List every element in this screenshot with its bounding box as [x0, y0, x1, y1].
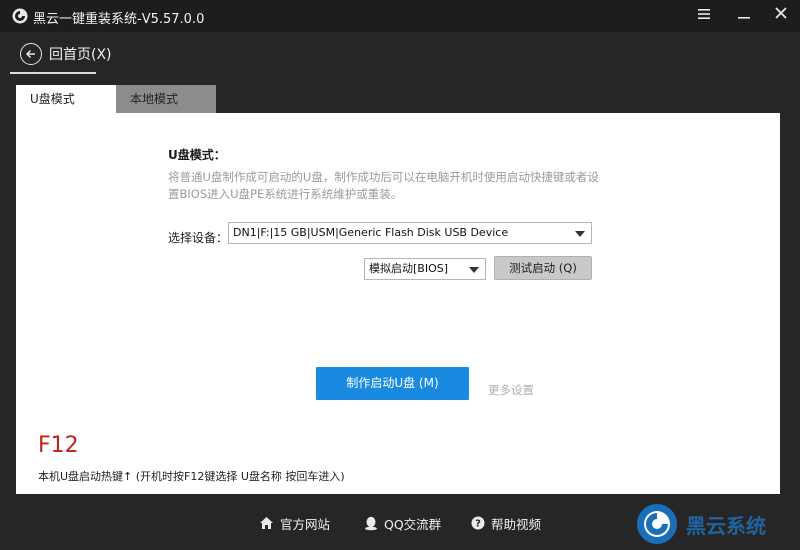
tab-local-mode[interactable]: 本地模式(&P)	[116, 85, 216, 134]
section-title: U盘模式：	[168, 148, 226, 162]
app-logo-icon	[12, 8, 28, 24]
official-site-link[interactable]: 官方网站	[259, 514, 330, 532]
home-button[interactable]: 回首页(X)	[20, 41, 112, 67]
svg-text:?: ?	[475, 519, 481, 530]
back-arrow-icon	[20, 43, 42, 65]
watermark-logo-icon	[637, 504, 677, 544]
close-icon[interactable]	[771, 6, 791, 26]
make-boot-usb-button[interactable]: 制作启动U盘 (M)	[316, 367, 469, 400]
boot-mode-select[interactable]: 模拟启动[BIOS]	[364, 258, 486, 280]
hotkey-description: 本机U盘启动热键↑ (开机时按F12键选择 U盘名称 按回车进入)	[38, 470, 345, 483]
window-title: 黑云一键重装系统-V5.57.0.0	[33, 12, 205, 27]
tab-usb-mode[interactable]: U盘模式(&U)	[16, 85, 116, 134]
title-bar: 黑云一键重装系统-V5.57.0.0	[0, 0, 800, 32]
help-video-label: 帮助视频	[491, 516, 542, 532]
official-site-label: 官方网站	[280, 516, 331, 532]
menu-icon[interactable]	[694, 6, 714, 26]
section-description: 将普通U盘制作成可启动的U盘，制作成功后可以在电脑开机时使用启动快捷键或者设置B…	[168, 170, 599, 201]
qq-group-label: QQ交流群	[384, 516, 442, 532]
device-label: 选择设备：	[168, 231, 229, 245]
watermark-text: 黑云系统	[686, 513, 766, 538]
device-select-value: DN1|F:|15 GB|USM|Generic Flash Disk USB …	[233, 226, 509, 239]
qq-icon	[365, 516, 377, 530]
more-settings-link[interactable]: 更多设置	[488, 382, 534, 398]
home-bar: 回首页(X)	[0, 32, 800, 74]
home-underline	[10, 72, 96, 74]
watermark: 黑云系统	[636, 501, 786, 547]
boot-mode-value: 模拟启动[BIOS]	[369, 262, 449, 275]
help-icon: ?	[471, 516, 485, 530]
minimize-icon[interactable]	[734, 6, 754, 26]
qq-group-link[interactable]: QQ交流群	[364, 514, 441, 532]
home-label: 回首页(X)	[49, 47, 112, 63]
device-select[interactable]: DN1|F:|15 GB|USM|Generic Flash Disk USB …	[228, 222, 592, 244]
usb-mode-panel: U盘模式： 将普通U盘制作成可启动的U盘，制作成功后可以在电脑开机时使用启动快捷…	[16, 113, 780, 494]
help-video-link[interactable]: ? 帮助视频	[471, 514, 541, 532]
chevron-down-icon	[469, 267, 479, 273]
chevron-down-icon	[575, 231, 585, 237]
hotkey-label: F12	[38, 433, 79, 458]
home-icon	[260, 517, 273, 529]
test-boot-button[interactable]: 测试启动 (Q)	[494, 256, 592, 280]
